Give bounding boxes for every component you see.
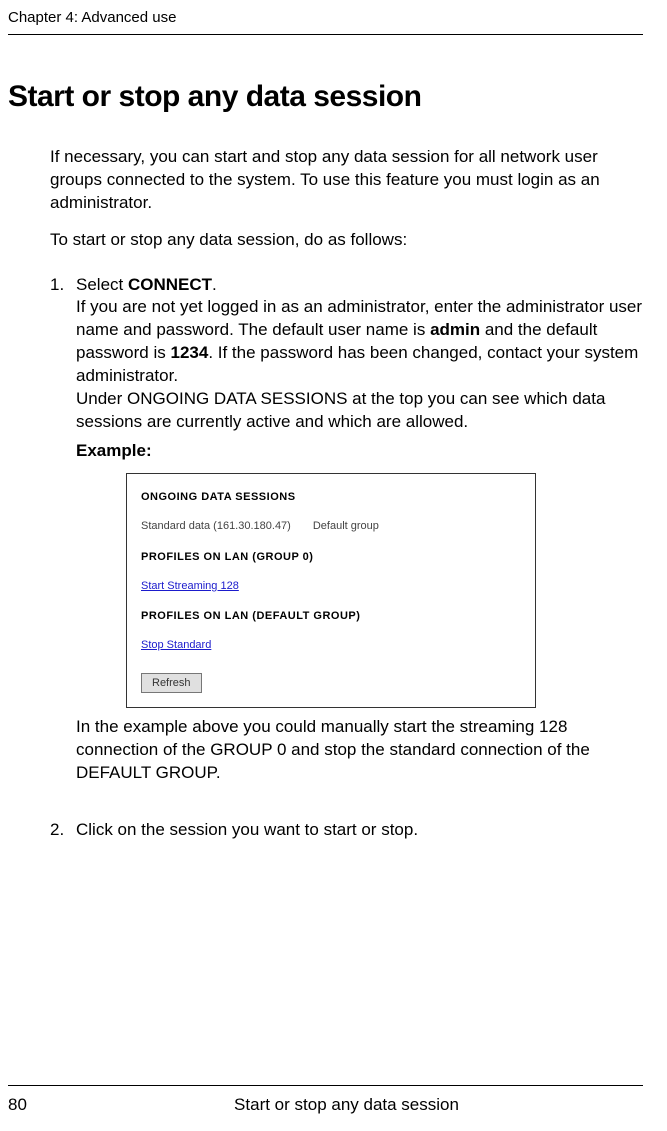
step1-after-screenshot: In the example above you could manually … [76, 716, 643, 785]
footer-page-number: 80 [8, 1094, 50, 1117]
ss-session-group: Default group [313, 519, 379, 534]
refresh-button[interactable]: Refresh [141, 673, 202, 693]
list-item-1: 1. Select CONNECT. If you are not yet lo… [50, 274, 643, 801]
ss-heading-ongoing: ONGOING DATA SESSIONS [141, 490, 521, 505]
list-item-2: 2. Click on the session you want to star… [50, 819, 643, 842]
start-streaming-link[interactable]: Start Streaming 128 [141, 579, 521, 594]
intro-paragraph: If necessary, you can start and stop any… [50, 146, 643, 215]
ss-session-row: Standard data (161.30.180.47) Default gr… [141, 519, 521, 534]
footer-section-title: Start or stop any data session [50, 1094, 643, 1117]
stop-standard-link[interactable]: Stop Standard [141, 638, 521, 653]
chapter-header: Chapter 4: Advanced use [8, 8, 643, 35]
list-number: 1. [50, 274, 76, 801]
ss-heading-group0: PROFILES ON LAN (GROUP 0) [141, 550, 521, 565]
ss-session-data: Standard data (161.30.180.47) [141, 519, 291, 534]
section-title: Start or stop any data session [8, 77, 643, 118]
page-footer: 80 Start or stop any data session [8, 1085, 643, 1117]
list-number: 2. [50, 819, 76, 842]
step2-text: Click on the session you want to start o… [76, 819, 643, 842]
step1-login-info: If you are not yet logged in as an admin… [76, 296, 643, 388]
lead-paragraph: To start or stop any data session, do as… [50, 229, 643, 252]
ss-heading-default-group: PROFILES ON LAN (DEFAULT GROUP) [141, 609, 521, 624]
screenshot-panel: ONGOING DATA SESSIONS Standard data (161… [126, 473, 536, 708]
step1-select: Select CONNECT. [76, 274, 643, 297]
step1-ongoing-info: Under ONGOING DATA SESSIONS at the top y… [76, 388, 643, 434]
example-label: Example: [76, 440, 643, 463]
